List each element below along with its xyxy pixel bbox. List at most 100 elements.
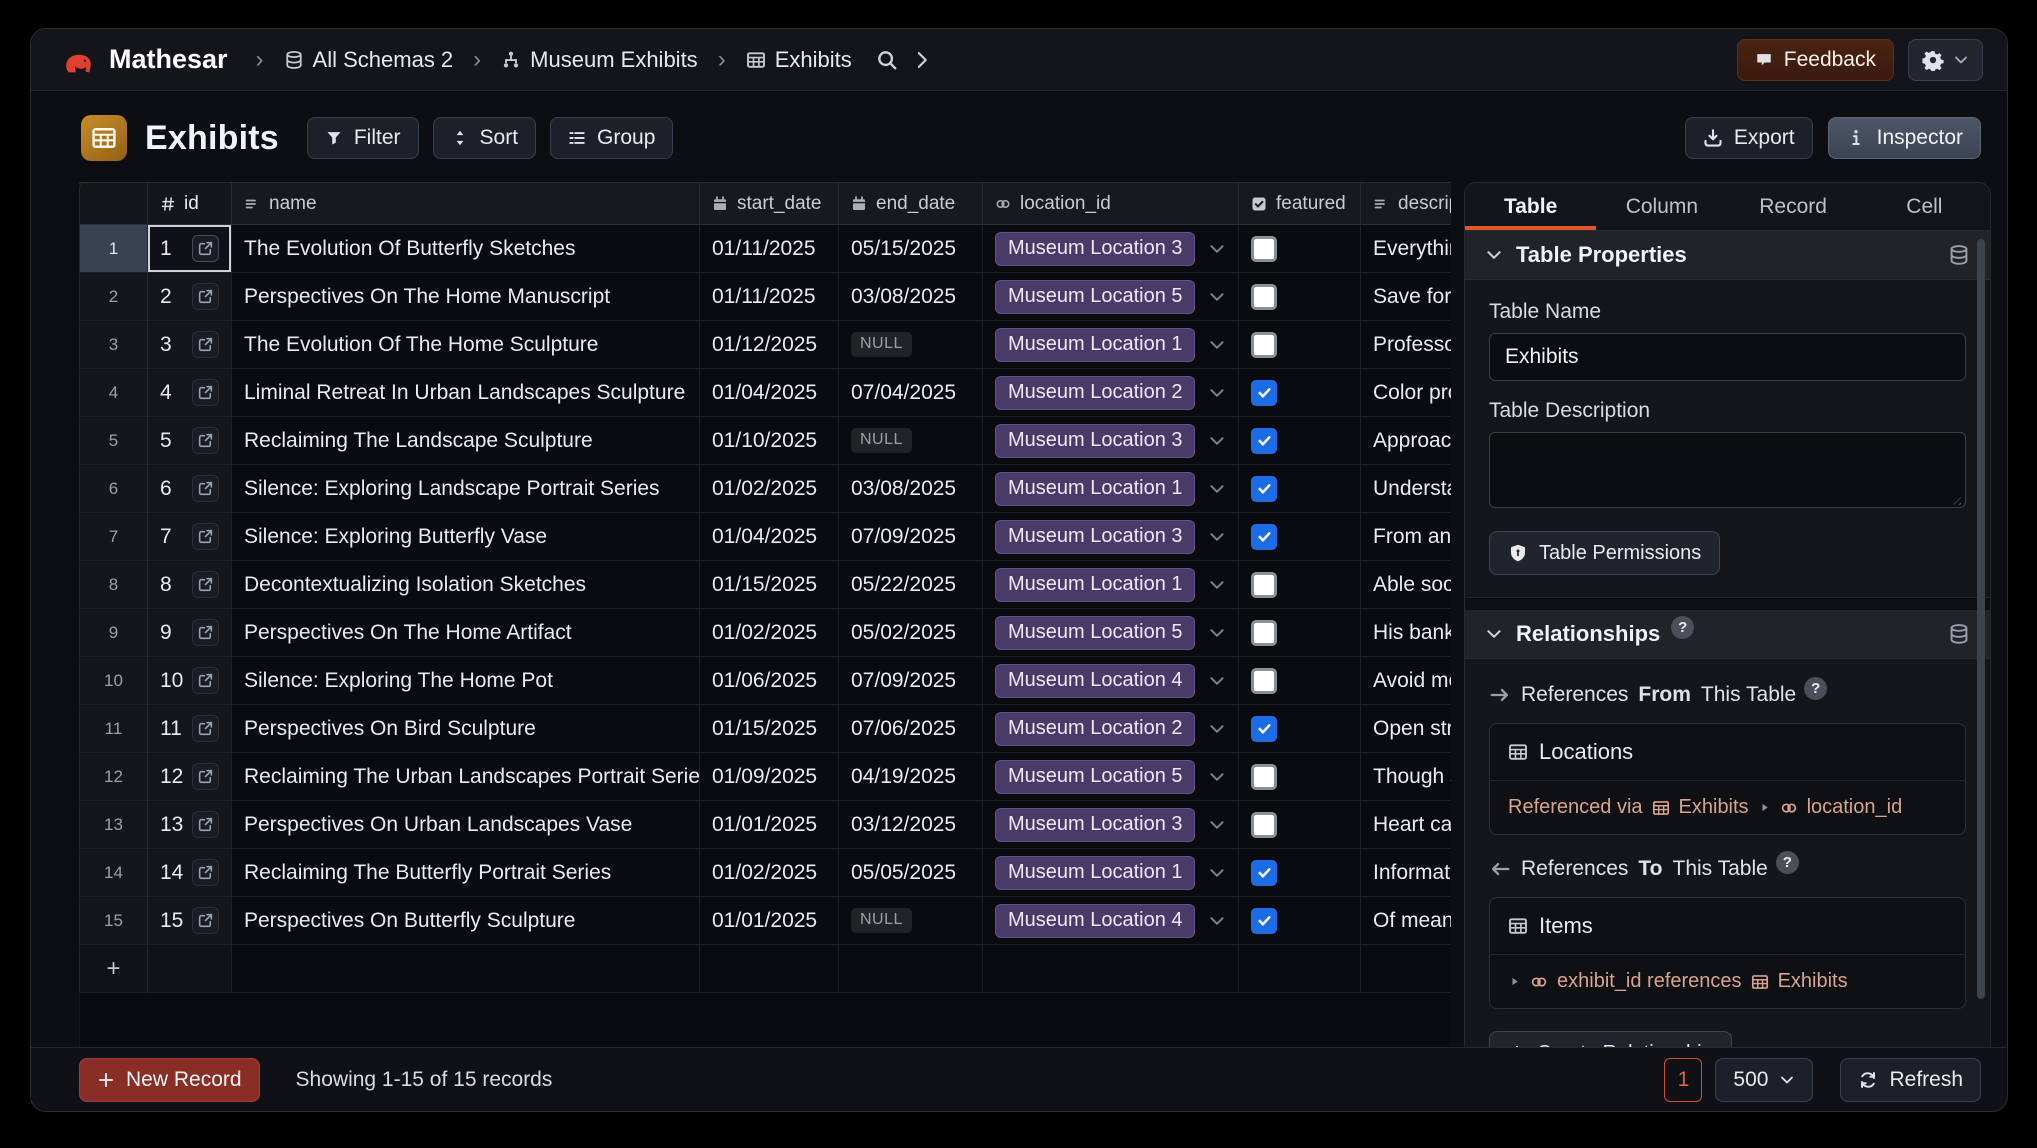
cell-description[interactable]: Everythin [1361,225,1451,273]
featured-checkbox[interactable] [1251,332,1277,358]
settings-button[interactable] [1908,39,1983,81]
cell-end-date[interactable]: 05/05/2025 [839,849,983,897]
new-record-button[interactable]: New Record [79,1058,260,1102]
location-badge[interactable]: Museum Location 1 [995,328,1195,362]
cell-start-date[interactable]: 01/11/2025 [700,273,839,321]
cell-featured[interactable] [1239,513,1361,561]
add-record-row[interactable]: + [79,945,1451,993]
search-icon[interactable] [876,49,898,71]
cell-name[interactable]: The Evolution Of The Home Sculpture [232,321,700,369]
row-number[interactable]: 3 [79,321,148,369]
cell-featured[interactable] [1239,465,1361,513]
chevron-down-icon[interactable] [1208,912,1226,930]
cell-name[interactable]: Silence: Exploring Landscape Portrait Se… [232,465,700,513]
row-number[interactable]: 13 [79,801,148,849]
cell-location-id[interactable]: Museum Location 1 [983,321,1239,369]
cell-start-date[interactable]: 01/04/2025 [700,513,839,561]
open-record-icon[interactable] [192,523,219,550]
cell-end-date[interactable]: 07/06/2025 [839,705,983,753]
open-record-icon[interactable] [192,715,219,742]
cell-description[interactable]: Color pro [1361,369,1451,417]
chevron-down-icon[interactable] [1208,576,1226,594]
column-header-name[interactable]: name [232,183,700,224]
location-badge[interactable]: Museum Location 1 [995,472,1195,506]
breadcrumb-schemas[interactable]: All Schemas 2 [284,47,454,73]
cell-featured[interactable] [1239,801,1361,849]
location-badge[interactable]: Museum Location 3 [995,424,1195,458]
cell-location-id[interactable]: Museum Location 1 [983,849,1239,897]
cell-id[interactable]: 7 [148,513,232,561]
location-badge[interactable]: Museum Location 2 [995,376,1195,410]
chevron-down-icon[interactable] [1208,240,1226,258]
featured-checkbox[interactable] [1251,380,1277,406]
cell-name[interactable]: Perspectives On Urban Landscapes Vase [232,801,700,849]
cell-start-date[interactable]: 01/01/2025 [700,897,839,945]
tab-column[interactable]: Column [1596,183,1727,230]
cell-featured[interactable] [1239,753,1361,801]
cell-location-id[interactable]: Museum Location 2 [983,705,1239,753]
reference-link[interactable]: exhibit_id references Exhibits [1490,955,1965,1008]
cell-description[interactable]: Avoid me [1361,657,1451,705]
cell-description[interactable]: Approach [1361,417,1451,465]
cell-featured[interactable] [1239,849,1361,897]
cell-id[interactable]: 3 [148,321,232,369]
referenced-table[interactable]: Locations [1490,724,1965,781]
chevron-down-icon[interactable] [1208,768,1226,786]
breadcrumb-table[interactable]: Exhibits [746,47,852,73]
featured-checkbox[interactable] [1251,620,1277,646]
cell-start-date[interactable]: 01/15/2025 [700,561,839,609]
row-number[interactable]: 1 [79,225,148,273]
cell-featured[interactable] [1239,657,1361,705]
cell-description[interactable]: Open str [1361,705,1451,753]
cell-name[interactable]: The Evolution Of Butterfly Sketches [232,225,700,273]
cell-location-id[interactable]: Museum Location 3 [983,513,1239,561]
chevron-down-icon[interactable] [1208,480,1226,498]
open-record-icon[interactable] [192,331,219,358]
cell-featured[interactable] [1239,897,1361,945]
cell-id[interactable]: 5 [148,417,232,465]
featured-checkbox[interactable] [1251,668,1277,694]
cell-name[interactable]: Perspectives On The Home Artifact [232,609,700,657]
location-badge[interactable]: Museum Location 3 [995,232,1195,266]
cell-end-date[interactable]: 05/22/2025 [839,561,983,609]
cell-id[interactable]: 13 [148,801,232,849]
group-button[interactable]: Group [550,117,673,159]
export-button[interactable]: Export [1685,117,1813,159]
open-record-icon[interactable] [192,619,219,646]
cell-name[interactable]: Liminal Retreat In Urban Landscapes Scul… [232,369,700,417]
row-number[interactable]: 15 [79,897,148,945]
inspector-toggle-button[interactable]: Inspector [1828,117,1981,159]
cell-end-date[interactable]: NULL [839,897,983,945]
cell-end-date[interactable]: 03/12/2025 [839,801,983,849]
create-relationship-button[interactable]: Create Relationship [1489,1031,1732,1047]
tab-cell[interactable]: Cell [1859,183,1990,230]
cell-id[interactable]: 12 [148,753,232,801]
cell-start-date[interactable]: 01/02/2025 [700,849,839,897]
cell-name[interactable]: Decontextualizing Isolation Sketches [232,561,700,609]
cell-location-id[interactable]: Museum Location 4 [983,657,1239,705]
help-icon[interactable]: ? [1804,677,1827,700]
featured-checkbox[interactable] [1251,476,1277,502]
cell-name[interactable]: Silence: Exploring The Home Pot [232,657,700,705]
feedback-button[interactable]: Feedback [1737,39,1894,81]
cell-location-id[interactable]: Museum Location 3 [983,225,1239,273]
featured-checkbox[interactable] [1251,236,1277,262]
chevron-down-icon[interactable] [1208,336,1226,354]
cell-start-date[interactable]: 01/02/2025 [700,465,839,513]
cell-id[interactable]: 15 [148,897,232,945]
row-number-header[interactable] [79,183,148,224]
cell-name[interactable]: Reclaiming The Butterfly Portrait Series [232,849,700,897]
featured-checkbox[interactable] [1251,428,1277,454]
sort-button[interactable]: Sort [433,117,537,159]
cell-description[interactable]: His bank [1361,609,1451,657]
cell-end-date[interactable]: 03/08/2025 [839,273,983,321]
featured-checkbox[interactable] [1251,572,1277,598]
open-record-icon[interactable] [192,859,219,886]
cell-name[interactable]: Perspectives On Butterfly Sculpture [232,897,700,945]
location-badge[interactable]: Museum Location 3 [995,520,1195,554]
open-record-icon[interactable] [192,379,219,406]
refresh-button[interactable]: Refresh [1840,1058,1981,1102]
column-header-featured[interactable]: featured [1239,183,1361,224]
cell-featured[interactable] [1239,225,1361,273]
column-header-description[interactable]: descrip [1361,183,1451,224]
